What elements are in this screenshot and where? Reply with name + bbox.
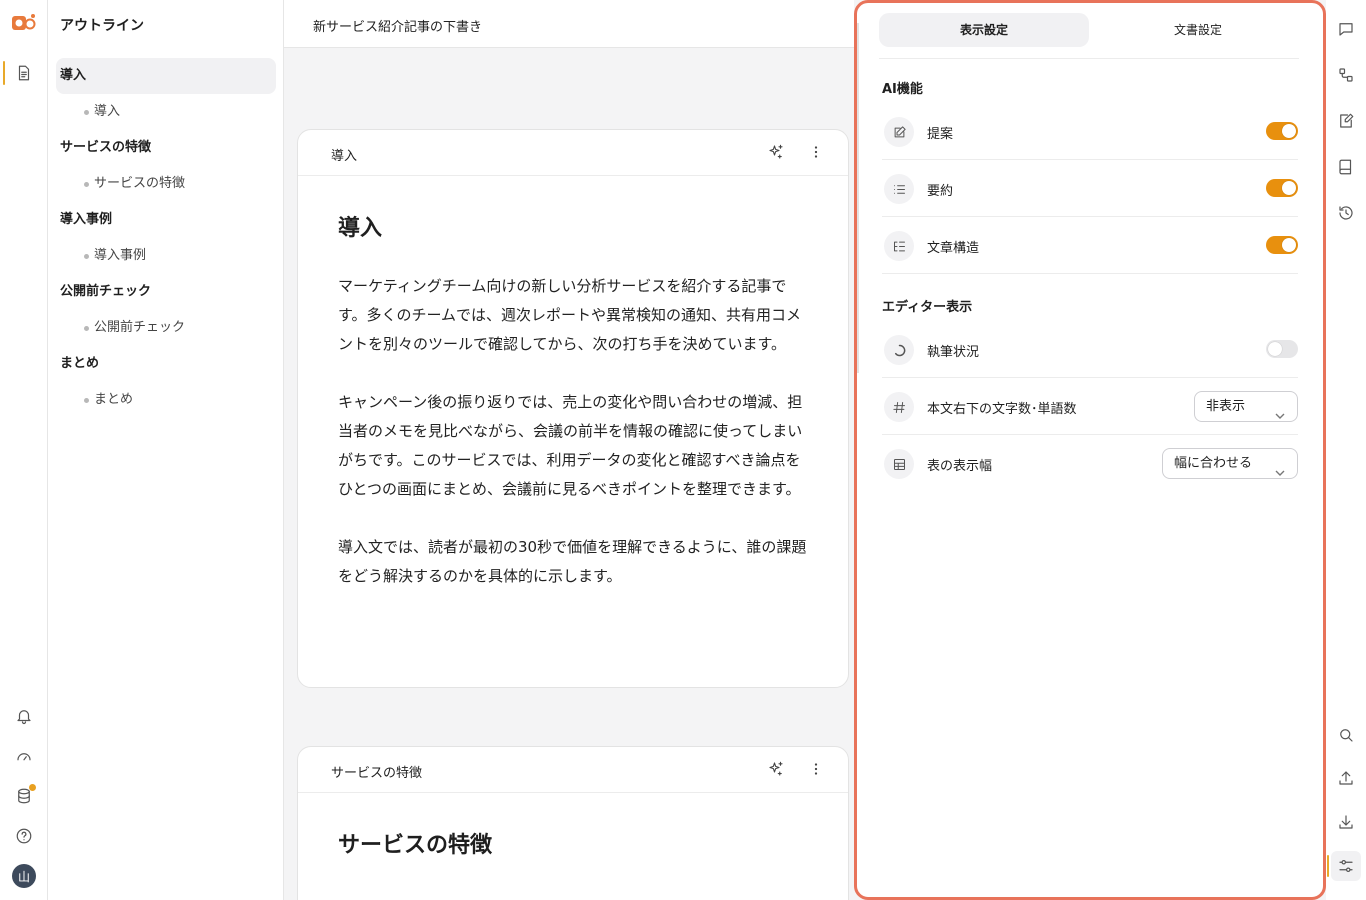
summary-toggle[interactable]	[1266, 179, 1298, 197]
section-heading: サービスの特徴	[338, 833, 493, 858]
ai-sparkle-icon[interactable]	[767, 760, 787, 780]
section-card: サービスの特徴 サービスの特徴	[297, 746, 849, 900]
setting-row-suggestion: 提案	[882, 103, 1298, 160]
outline-subitem[interactable]: 公開前チェック	[48, 310, 284, 346]
section-card-label: サービスの特徴	[331, 766, 423, 781]
workflow-icon[interactable]	[1331, 60, 1361, 90]
history-icon[interactable]	[1331, 198, 1361, 228]
outline-title: アウトライン	[60, 18, 144, 34]
paragraph: キャンペーン後の振り返りでは、売上の変化や問い合わせの増減、担当者のメモを見比べ…	[338, 393, 803, 498]
setting-row-char-count: 本文右下の文字数･単語数 非表示	[882, 378, 1298, 435]
setting-label: 表の表示幅	[927, 459, 993, 474]
chevron-down-icon	[1275, 402, 1285, 419]
chevron-down-icon	[1275, 459, 1285, 476]
download-icon[interactable]	[1331, 807, 1361, 837]
bell-icon[interactable]	[9, 701, 39, 731]
setting-label: 本文右下の文字数･単語数	[927, 402, 1077, 417]
paragraph: 導入文では、読者が最初の30秒で価値を理解できるように、誰の課題をどう解決するの…	[338, 538, 807, 585]
paragraph: マーケティングチーム向けの新しい分析サービスを紹介する記事です。多くのチームでは…	[338, 277, 802, 353]
display-settings-panel: 表示設定 文書設定 AI機能 提案 要約 文章構造 エディター表示 執筆状況 本…	[854, 0, 1326, 900]
scrollbar[interactable]	[857, 23, 859, 373]
setting-label: 要約	[927, 184, 954, 199]
tab-document-settings[interactable]: 文書設定	[1093, 13, 1303, 47]
outline-subitem[interactable]: 導入	[48, 94, 284, 130]
section-card-label: 導入	[331, 149, 358, 164]
outline-panel: アウトライン 導入 導入 サービスの特徴 サービスの特徴 導入事例 導入事例 公…	[48, 0, 284, 900]
outline-section[interactable]: サービスの特徴	[56, 130, 276, 166]
help-icon[interactable]	[9, 821, 39, 851]
divider	[879, 58, 1299, 59]
setting-row-writing-status: 執筆状況	[882, 321, 1298, 378]
editor-area: 新サービス紹介記事の下書き 導入 導入 マーケティングチーム向けの新しい分析サー…	[284, 0, 854, 900]
more-vertical-icon[interactable]	[807, 760, 827, 780]
outline-section[interactable]: 導入	[56, 58, 276, 94]
section-heading: 導入	[338, 216, 383, 241]
ai-sparkle-icon[interactable]	[767, 143, 787, 163]
app-logo-icon[interactable]	[11, 12, 37, 34]
section-card-header: サービスの特徴	[298, 747, 848, 793]
document-header: 新サービス紹介記事の下書き	[284, 0, 854, 48]
search-icon[interactable]	[1331, 720, 1361, 750]
outline-subitem[interactable]: 導入事例	[48, 238, 284, 274]
tab-display-settings[interactable]: 表示設定	[879, 13, 1089, 47]
char-count-select[interactable]: 非表示	[1194, 391, 1298, 422]
section-card: 導入 導入 マーケティングチーム向けの新しい分析サービスを紹介する記事です。多く…	[297, 129, 849, 688]
rail-active-indicator	[3, 61, 5, 85]
left-rail: 山	[0, 0, 48, 900]
outline-section[interactable]: まとめ	[56, 346, 276, 382]
upload-icon[interactable]	[1331, 763, 1361, 793]
writing-status-toggle[interactable]	[1266, 340, 1298, 358]
setting-row-table-width: 表の表示幅 幅に合わせる	[882, 435, 1298, 492]
table-icon	[884, 449, 914, 479]
document-title[interactable]: 新サービス紹介記事の下書き	[313, 16, 482, 35]
setting-row-structure: 文章構造	[882, 217, 1298, 274]
settings-tabs: 表示設定 文書設定	[879, 13, 1299, 47]
outline-section[interactable]: 公開前チェック	[56, 274, 276, 310]
setting-label: 文章構造	[927, 241, 980, 256]
outline-list: 導入 導入 サービスの特徴 サービスの特徴 導入事例 導入事例 公開前チェック …	[48, 58, 284, 418]
outline-section[interactable]: 導入事例	[56, 202, 276, 238]
section-card-body[interactable]: 導入 マーケティングチーム向けの新しい分析サービスを紹介する記事です。多くのチー…	[298, 176, 848, 591]
structure-icon	[884, 231, 914, 261]
list-icon	[884, 174, 914, 204]
gauge-icon[interactable]	[9, 741, 39, 771]
more-vertical-icon[interactable]	[807, 143, 827, 163]
avatar[interactable]: 山	[12, 864, 36, 888]
notification-badge	[29, 784, 36, 791]
note-edit-icon[interactable]	[1331, 106, 1361, 136]
table-width-select[interactable]: 幅に合わせる	[1162, 448, 1298, 479]
editor-display-heading: エディター表示	[882, 300, 973, 315]
database-icon[interactable]	[9, 781, 39, 811]
settings-sliders-icon[interactable]	[1327, 851, 1361, 881]
comment-icon[interactable]	[1331, 14, 1361, 44]
section-card-header: 導入	[298, 130, 848, 176]
setting-label: 提案	[927, 127, 954, 142]
outline-subitem[interactable]: サービスの特徴	[48, 166, 284, 202]
edit-icon	[884, 117, 914, 147]
setting-row-summary: 要約	[882, 160, 1298, 217]
document-icon[interactable]	[9, 58, 39, 88]
progress-icon	[884, 335, 914, 365]
ai-features-heading: AI機能	[882, 82, 923, 97]
hash-icon	[884, 392, 914, 422]
suggestion-toggle[interactable]	[1266, 122, 1298, 140]
right-rail	[1326, 0, 1366, 900]
section-card-body[interactable]: サービスの特徴	[298, 793, 848, 859]
setting-label: 執筆状況	[927, 345, 980, 360]
book-icon[interactable]	[1331, 152, 1361, 182]
outline-subitem[interactable]: まとめ	[48, 382, 284, 418]
structure-toggle[interactable]	[1266, 236, 1298, 254]
